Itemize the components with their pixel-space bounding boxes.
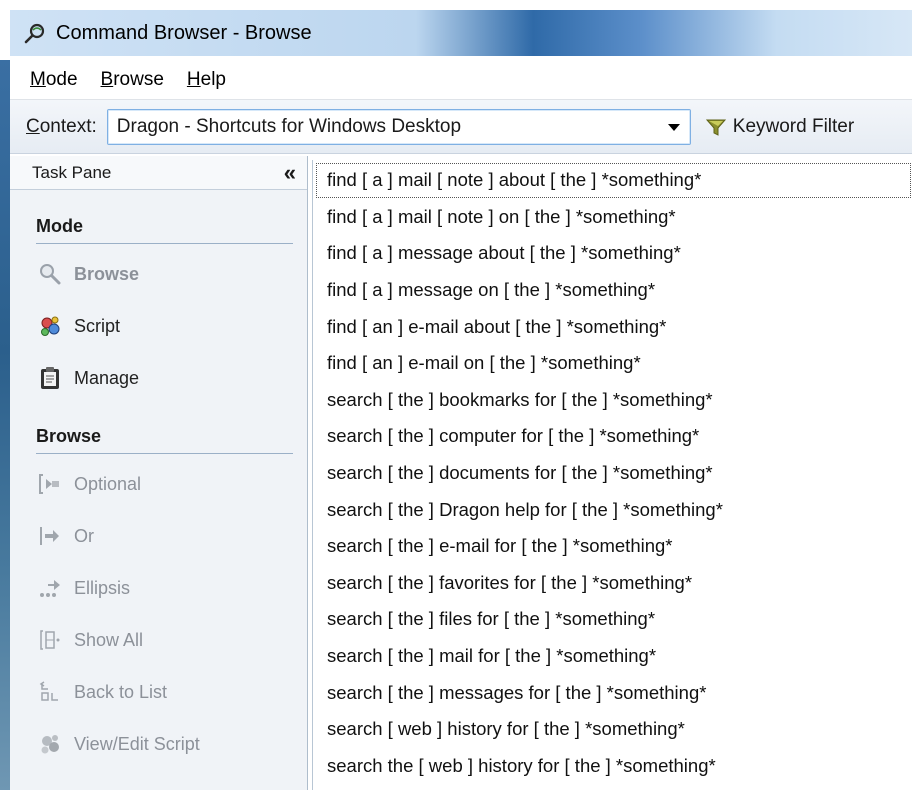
task-pane-header: Task Pane « [10,156,307,190]
task-pane: Task Pane « Mode Browse Script Manage Br… [10,156,308,790]
mode-item-label: Manage [74,367,140,388]
command-row[interactable]: search [ the ] mail for [ the ] *somethi… [313,638,912,675]
optional-brackets-icon [38,472,62,496]
menu-browse-mnemonic: B [100,68,114,90]
mode-item-label: Script [74,315,121,336]
back-to-list-icon [38,680,62,704]
dragon-app-icon [22,20,48,46]
command-row[interactable]: find [ an ] e-mail about [ the ] *someth… [313,308,912,345]
keyword-filter-button[interactable]: Keyword Filter [705,116,854,138]
browse-item-or[interactable]: Or [10,510,307,562]
command-row[interactable]: find [ a ] mail [ note ] on [ the ] *som… [313,199,912,236]
command-row[interactable]: find [ a ] message on [ the ] *something… [313,272,912,309]
command-row[interactable]: search [ the ] files for [ the ] *someth… [313,601,912,638]
script-gears-icon [38,314,62,338]
menu-browse[interactable]: Browse [101,69,164,91]
mode-item-script[interactable]: Script [10,300,307,352]
view-edit-script-icon [38,732,62,756]
command-row[interactable]: find [ a ] mail [ note ] about [ the ] *… [315,162,912,199]
menu-mode-label: ode [45,68,78,90]
menu-mode-mnemonic: M [30,68,46,90]
context-dropdown[interactable]: Dragon - Shortcuts for Windows Desktop [106,108,691,145]
menu-help-label: elp [200,68,226,90]
menu-browse-label: rowse [113,68,164,90]
command-row[interactable]: search [ the ] documents for [ the ] *so… [313,455,912,492]
command-list: find [ a ] mail [ note ] about [ the ] *… [312,160,912,790]
browse-item-view-edit-script[interactable]: View/Edit Script [10,718,307,770]
browse-list: Optional Or Ellipsis Show All Back to Li… [10,458,307,770]
browse-item-label: Show All [74,629,144,650]
mode-item-label: Browse [74,263,140,284]
command-row[interactable]: find [ an ] e-mail on [ the ] *something… [313,345,912,382]
menu-bar: Mode Browse Help [10,60,912,100]
funnel-icon [705,116,727,138]
context-label-text: ontext: [39,115,97,137]
command-row[interactable]: search [ the ] messages for [ the ] *som… [313,674,912,711]
menu-mode[interactable]: Mode [30,69,78,91]
browse-item-label: Ellipsis [74,577,131,598]
context-mnemonic: C [26,115,40,137]
browse-item-ellipsis[interactable]: Ellipsis [10,562,307,614]
context-value: Dragon - Shortcuts for Windows Desktop [116,115,462,137]
browse-item-show-all[interactable]: Show All [10,614,307,666]
browse-item-label: Back to List [74,681,168,702]
menu-help-mnemonic: H [186,68,201,90]
collapse-icon[interactable]: « [284,160,296,186]
mode-item-manage[interactable]: Manage [10,352,307,404]
ellipsis-icon [38,576,62,600]
browse-item-back-to-list[interactable]: Back to List [10,666,307,718]
context-toolbar: Context: Dragon - Shortcuts for Windows … [10,100,912,154]
command-row[interactable]: find [ a ] message about [ the ] *someth… [313,235,912,272]
command-row[interactable]: search the [ web ] history for [ the ] *… [313,748,912,785]
browse-item-label: Optional [74,473,142,494]
context-label: Context: [26,116,97,138]
magnifier-icon [38,262,62,286]
browse-item-optional[interactable]: Optional [10,458,307,510]
mode-section-title: Mode [36,216,293,244]
menu-help[interactable]: Help [187,69,226,91]
keyword-filter-label: Keyword Filter [732,115,855,137]
title-bar: Command Browser - Browse [10,10,912,56]
window-title: Command Browser - Browse [56,21,312,44]
command-row[interactable]: search [ the ] bookmarks for [ the ] *so… [313,382,912,419]
command-row[interactable]: search [ the ] e-mail for [ the ] *somet… [313,528,912,565]
show-all-icon [38,628,62,652]
command-row[interactable]: search [ the ] favorites for [ the ] *so… [313,565,912,602]
task-pane-title: Task Pane [32,162,112,182]
mode-list: Browse Script Manage [10,248,307,404]
or-arrow-icon [38,524,62,548]
chevron-down-icon[interactable] [667,123,680,131]
mode-item-browse[interactable]: Browse [10,248,307,300]
browse-item-label: View/Edit Script [74,733,200,754]
browse-item-label: Or [74,525,94,546]
command-row[interactable]: search [ the ] Dragon help for [ the ] *… [313,491,912,528]
desktop-edge [0,60,10,790]
clipboard-icon [38,366,62,390]
command-row[interactable]: search [ web ] history for [ the ] *some… [313,711,912,748]
browse-section-title: Browse [36,426,293,454]
command-row[interactable]: search [ the ] computer for [ the ] *som… [313,418,912,455]
